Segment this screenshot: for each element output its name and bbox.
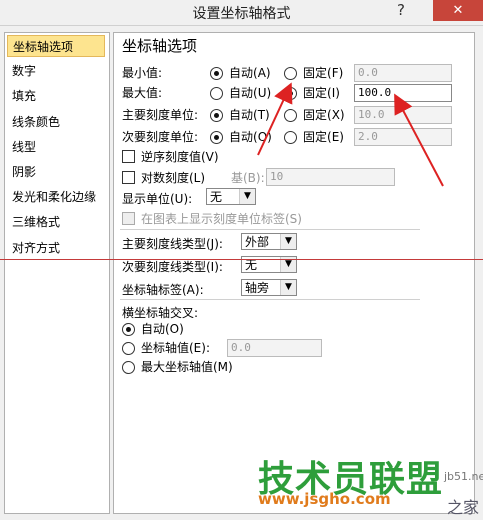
watermark-corner2: 之家 bbox=[447, 498, 480, 517]
annotation-arrows bbox=[257, 82, 444, 187]
arrow-to-fixed-radio bbox=[257, 82, 293, 156]
watermark-corner: jb51.net bbox=[444, 470, 483, 483]
watermark-url: www.jsgho.com bbox=[258, 490, 391, 508]
arrow-to-max-input bbox=[394, 93, 444, 187]
